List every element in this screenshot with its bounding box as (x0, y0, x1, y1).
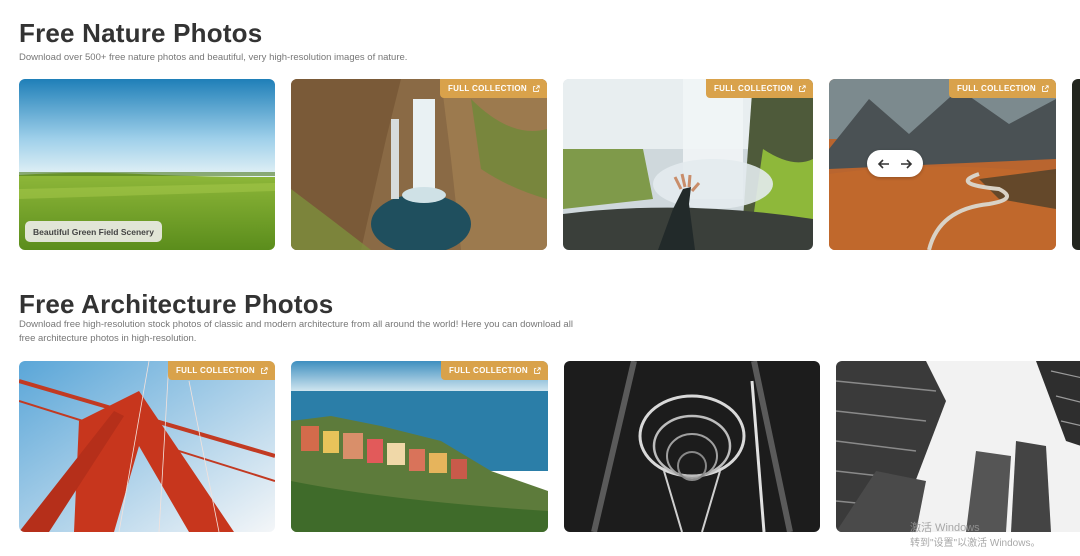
photo-card-skyscrapers[interactable] (836, 361, 1080, 532)
photo-card-mountain-road[interactable]: FULL COLLECTION (829, 79, 1056, 250)
badge-label: FULL COLLECTION (175, 366, 255, 375)
nature-section-title: Free Nature Photos (19, 18, 263, 48)
badge-label: FULL COLLECTION (448, 366, 528, 375)
nature-section-description: Download over 500+ free nature photos an… (19, 52, 408, 63)
coastal-village-photo (291, 361, 548, 532)
photo-card-red-bridge[interactable]: FULL COLLECTION (19, 361, 275, 532)
waterfall-aerial-photo (291, 79, 547, 250)
external-link-icon (799, 84, 806, 92)
external-link-icon (1042, 84, 1049, 92)
badge-label: FULL COLLECTION (447, 84, 527, 93)
badge-label: FULL COLLECTION (713, 84, 793, 93)
nature-carousel[interactable]: Beautiful Green Field Scenery FULL COLLE… (0, 79, 1080, 251)
architecture-section-title: Free Architecture Photos (19, 289, 334, 319)
photo-card-next-partial[interactable] (1072, 79, 1080, 250)
external-link-icon (533, 84, 540, 92)
watermark-line-2: 转到"设置"以激活 Windows。 (910, 538, 1041, 549)
watermark-line-1: 激活 Windows (910, 522, 980, 534)
photo-card-coastal-village[interactable]: FULL COLLECTION (291, 361, 548, 532)
badge-label: FULL COLLECTION (956, 84, 1036, 93)
architecture-carousel[interactable]: FULL COLLECTION FULL COLLECTION (0, 361, 1080, 533)
photo-card-waterfall-hand[interactable]: FULL COLLECTION (563, 79, 813, 250)
waterfall-hand-photo (563, 79, 813, 250)
windows-activation-watermark: 激活 Windows 转到"设置"以激活 Windows。 (910, 521, 1080, 551)
red-bridge-photo (19, 361, 275, 532)
photo-card-waterfall-aerial[interactable]: FULL COLLECTION (291, 79, 547, 250)
full-collection-badge[interactable]: FULL COLLECTION (705, 79, 813, 98)
external-link-icon (534, 366, 541, 374)
spiral-staircase-photo (564, 361, 820, 532)
full-collection-badge[interactable]: FULL COLLECTION (948, 79, 1056, 98)
carousel-nav (867, 150, 923, 177)
mountain-road-photo (829, 79, 1056, 250)
architecture-section-description: Download free high-resolution stock phot… (19, 319, 573, 344)
external-link-icon (261, 366, 268, 374)
arrow-left-icon[interactable] (876, 156, 892, 172)
arrow-right-icon[interactable] (898, 156, 914, 172)
skyscrapers-photo (836, 361, 1080, 532)
photo-caption: Beautiful Green Field Scenery (25, 221, 162, 242)
photo-card-spiral-staircase[interactable] (564, 361, 820, 532)
full-collection-badge[interactable]: FULL COLLECTION (167, 361, 275, 380)
full-collection-badge[interactable]: FULL COLLECTION (440, 361, 548, 380)
full-collection-badge[interactable]: FULL COLLECTION (439, 79, 547, 98)
photo-card-green-field[interactable]: Beautiful Green Field Scenery (19, 79, 275, 250)
